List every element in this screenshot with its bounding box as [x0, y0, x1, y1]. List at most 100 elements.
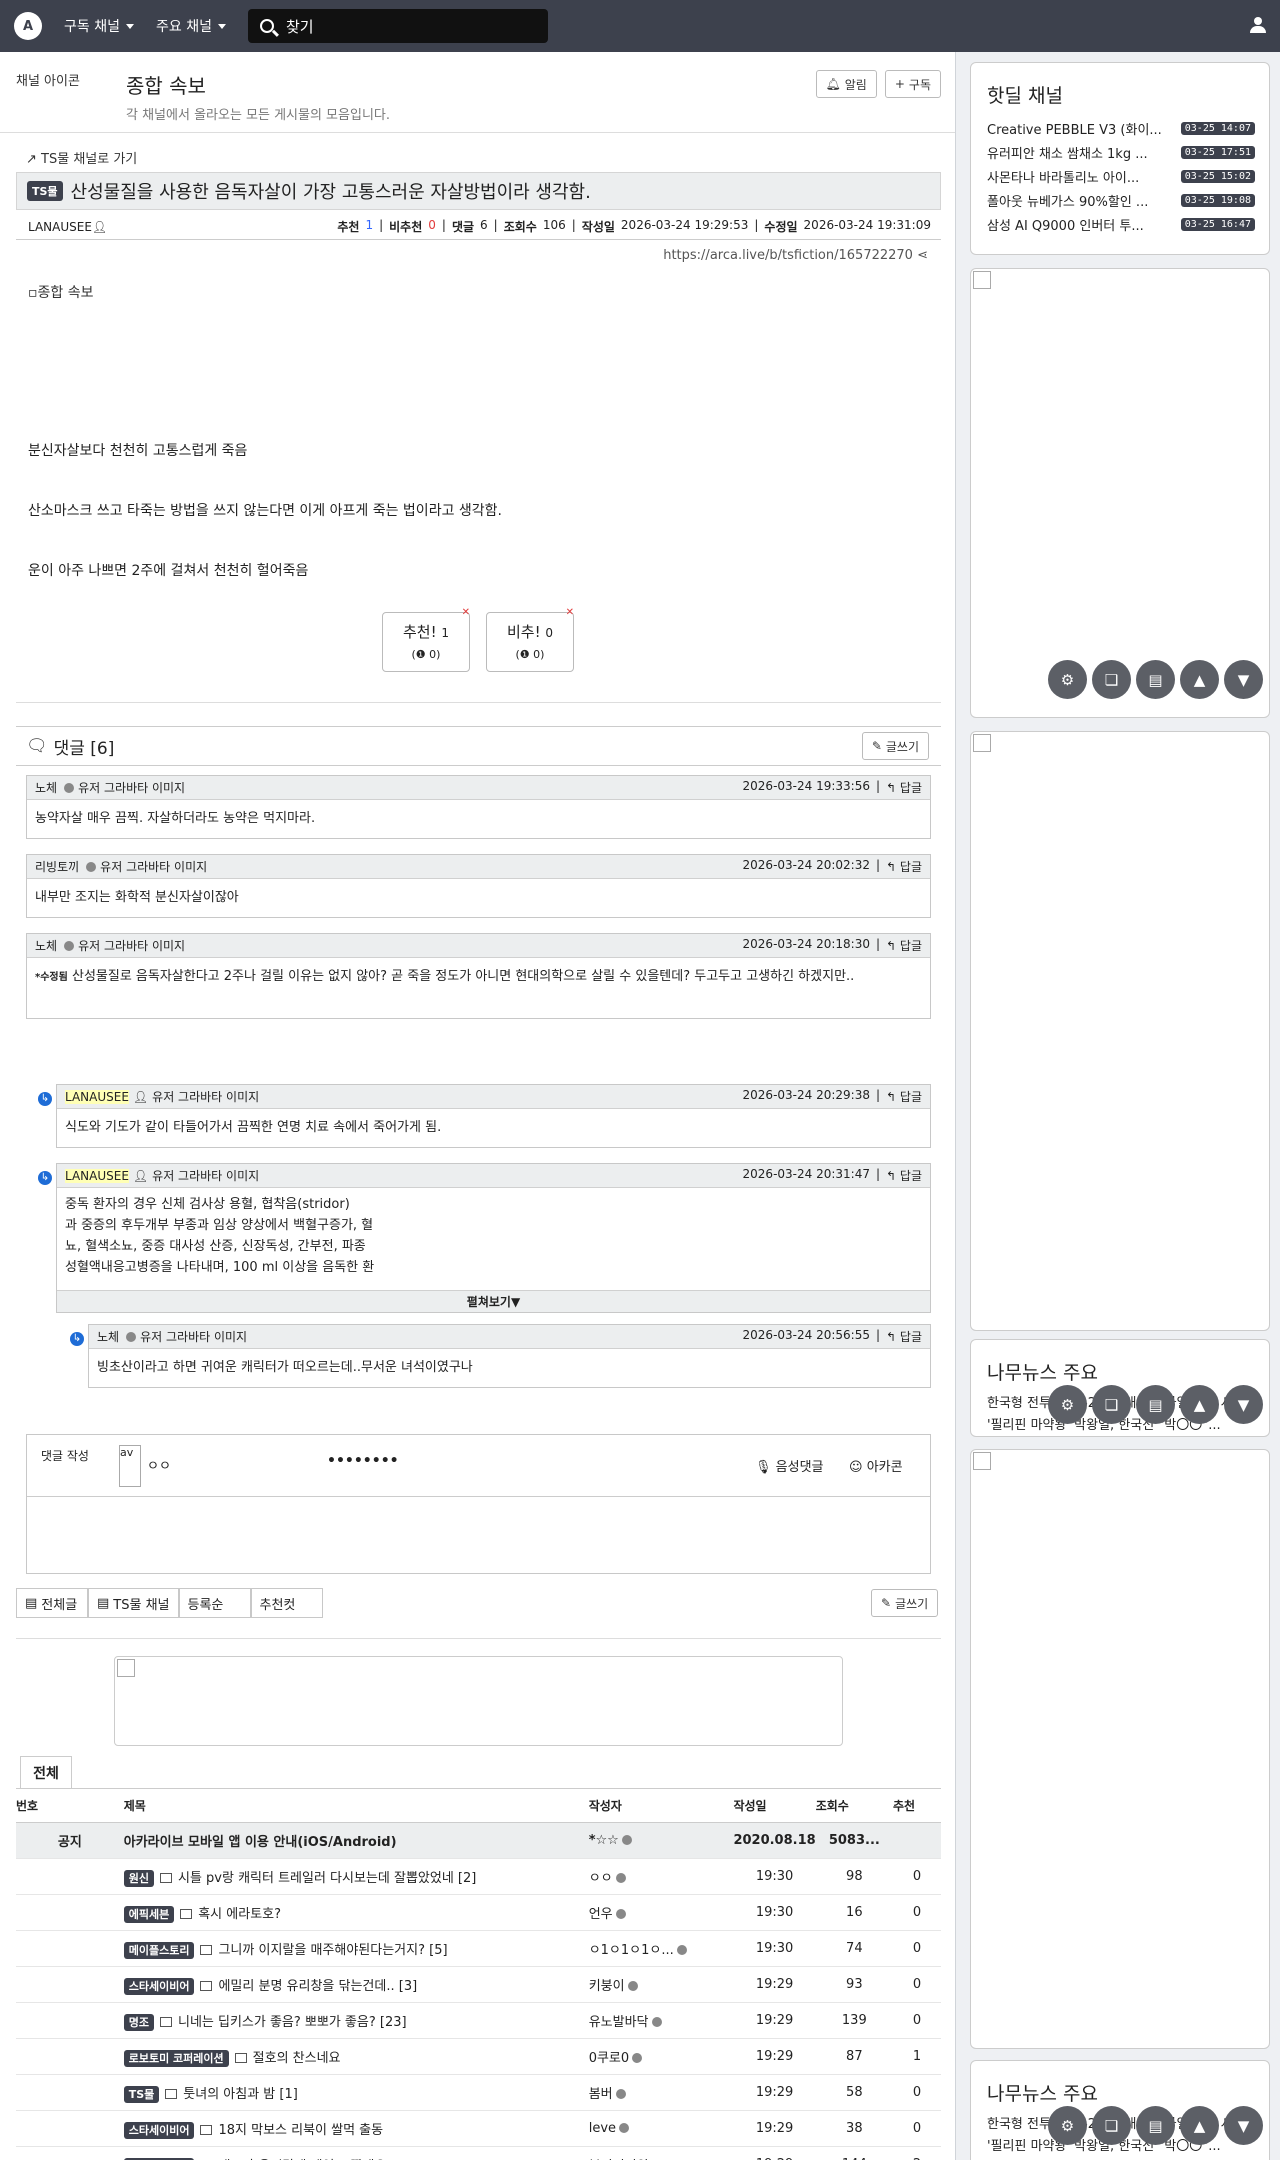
list-row[interactable]: 던전앤파이터대표가 윤씨답게 계엄도 짧네요 [5]봄미귀여워19:291442 — [16, 2146, 941, 2160]
reply-button[interactable]: ↰ 답글 — [886, 1328, 922, 1345]
gear-icon[interactable]: ⚙ — [1048, 2106, 1087, 2145]
row-title[interactable]: 명조 니네는 딥키스가 좋음? 뽀뽀가 좋음? [23] — [123, 2002, 589, 2039]
hot-deal-item[interactable]: 폴아웃 뉴베가스 90%할인 ... 03-25 19:08 — [971, 188, 1269, 212]
row-author[interactable]: 0쿠로0 — [588, 2038, 734, 2075]
write-post-button[interactable]: ✎ 글쓰기 — [871, 1589, 939, 1617]
comment-author[interactable]: 리빙토끼 — [35, 858, 79, 875]
gear-icon[interactable]: ⚙ — [1048, 1385, 1087, 1424]
subscribe-button[interactable]: + 구독 — [884, 70, 941, 98]
reply-button[interactable]: ↰ 답글 — [886, 779, 922, 796]
row-title[interactable]: 원신 시틀 pv랑 캐릭터 트레일러 다시보는데 잘뽑았었네 [2] — [123, 1858, 589, 1895]
write-comment-button[interactable]: ✎ 글쓰기 — [861, 732, 929, 760]
share-icon[interactable]: ⋖ — [917, 248, 928, 263]
list-row[interactable]: TS물 툿녀의 아침과 밤 [1] 봄버 19:29 58 0 — [16, 2074, 941, 2111]
row-author[interactable]: 언우 — [588, 1894, 734, 1931]
category-badge[interactable]: 원신 — [123, 1870, 154, 1887]
alarm-button[interactable]: 🔔︎ 알림 — [815, 70, 877, 98]
row-title[interactable]: 스타세이비어 에밀리 분명 유리창을 닦는건데.. [3] — [123, 1966, 589, 2003]
row-author[interactable]: 봄버 — [588, 2074, 734, 2111]
hot-deal-title[interactable]: 핫딜 채널 — [987, 81, 1269, 108]
row-author[interactable]: ㅇㅇ — [588, 1858, 734, 1895]
reply-button[interactable]: ↰ 답글 — [886, 858, 922, 875]
hot-deal-item[interactable]: Creative PEBBLE V3 (화이... 03-25 14:07 — [971, 116, 1269, 140]
row-title[interactable]: 메이플스토리 그니까 이지랄을 매주해야된다는거지? [5] — [123, 1930, 589, 1967]
downvote-button[interactable]: ✕ 비추! 0 (❶ 0) — [486, 607, 574, 672]
row-author[interactable]: ㅇ1ㅇ1ㅇ1ㅇ... — [588, 1930, 734, 1967]
sidebar-ad[interactable] — [970, 1449, 1270, 2049]
advertisement-banner[interactable] — [114, 1656, 843, 1746]
row-title[interactable]: 던전앤파이터대표가 윤씨답게 계엄도 짧네요 [5] — [123, 2146, 589, 2160]
tab-channel[interactable]: ▤ TS물 채널 — [88, 1588, 179, 1618]
reply-button[interactable]: ↰ 답글 — [886, 1088, 922, 1105]
row-author[interactable]: 봄미귀여워 — [588, 2146, 734, 2160]
hot-deal-item[interactable]: 유러피안 채소 쌈채소 1kg ... 03-25 17:51 — [971, 140, 1269, 164]
scroll-down-icon[interactable]: ▼ — [1224, 2106, 1263, 2145]
post-url[interactable]: https://arca.live/b/tsfiction/165722270 … — [663, 248, 928, 263]
comment-author[interactable]: 노체 — [97, 1328, 119, 1345]
post-author[interactable]: LANAUSEE👤︎ — [28, 220, 107, 234]
main-channels-dropdown[interactable]: 주요 채널 — [156, 16, 226, 36]
goto-channel-link[interactable]: ↗ TS물 채널로 가기 — [26, 148, 137, 167]
row-author[interactable]: *☆☆ — [588, 1822, 734, 1859]
scroll-up-icon[interactable]: ▲ — [1180, 1385, 1219, 1424]
arcacon-button[interactable]: ☺ 아카콘 — [849, 1456, 903, 1475]
category-badge[interactable]: 메이플스토리 — [123, 1942, 195, 1959]
category-badge[interactable]: 스타세이비어 — [123, 1978, 195, 1995]
category-badge[interactable]: TS물 — [123, 2086, 160, 2103]
list-row[interactable]: 스타세이비어 에밀리 분명 유리창을 닦는건데.. [3] 키붕이 19:29 93 0 — [16, 1966, 941, 2003]
notice-row[interactable]: 공지 아카라이브 모바일 앱 이용 안내(iOS/Android) *☆☆ 20… — [16, 1822, 941, 1859]
subscribed-channels-dropdown[interactable]: 구독 채널 — [64, 16, 134, 36]
namu-news-title[interactable]: 나무뉴스 주요 — [987, 2079, 1269, 2106]
document-icon[interactable]: ▤ — [1136, 2106, 1175, 2145]
close-icon[interactable]: ✕ — [566, 607, 574, 618]
voice-comment-button[interactable]: 🎙︎ 음성댓글 — [755, 1456, 824, 1475]
row-title[interactable]: 에픽세븐 혹시 에라토호? — [123, 1894, 589, 1931]
document-icon[interactable]: ▤ — [1136, 660, 1175, 699]
row-title[interactable]: TS물 툿녀의 아침과 밤 [1] — [123, 2074, 589, 2111]
namu-news-title[interactable]: 나무뉴스 주요 — [987, 1358, 1269, 1385]
comment-author[interactable]: LANAUSEE — [65, 1089, 129, 1104]
list-row[interactable]: 메이플스토리 그니까 이지랄을 매주해야된다는거지? [5] ㅇ1ㅇ1ㅇ1ㅇ... 1… — [16, 1930, 941, 1967]
scroll-down-icon[interactable]: ▼ — [1224, 1385, 1263, 1424]
list-row[interactable]: 스타세이비어 18지 막보스 리북이 쌀먹 출동 leve 19:29 38 0 — [16, 2110, 941, 2147]
user-icon[interactable] — [1250, 17, 1266, 35]
tab-order[interactable]: 등록순 — [178, 1588, 251, 1618]
close-icon[interactable]: ✕ — [462, 607, 470, 618]
expand-button[interactable]: 펼쳐보기▼ — [57, 1290, 930, 1312]
tab-best[interactable]: 추천컷 — [250, 1588, 323, 1618]
password-input[interactable]: •••••••• — [327, 1453, 399, 1469]
sidebar-ad[interactable] — [970, 268, 1270, 718]
tab-list-all[interactable]: 전체 — [20, 1756, 72, 1788]
comments-icon[interactable]: ❏ — [1092, 1385, 1131, 1424]
category-badge[interactable]: TS물 — [27, 181, 63, 201]
comments-icon[interactable]: ❏ — [1092, 660, 1131, 699]
comment-author[interactable]: 노체 — [35, 937, 57, 954]
scroll-up-icon[interactable]: ▲ — [1180, 660, 1219, 699]
channel-title[interactable]: 종합 속보 — [126, 70, 206, 99]
row-author[interactable]: 키붕이 — [588, 1966, 734, 2003]
hot-deal-item[interactable]: 삼성 AI Q9000 인버터 투... 03-25 16:47 — [971, 212, 1269, 236]
row-author[interactable]: 유노발바닥 — [588, 2002, 734, 2039]
row-title[interactable]: 로보토미 코퍼레이션 절호의 찬스네요 — [123, 2038, 589, 2075]
list-row[interactable]: 명조 니네는 딥키스가 좋음? 뽀뽀가 좋음? [23] 유노발바닥 19:29 139… — [16, 2002, 941, 2039]
row-title[interactable]: 아카라이브 모바일 앱 이용 안내(iOS/Android) — [123, 1822, 589, 1859]
document-icon[interactable]: ▤ — [1136, 1385, 1175, 1424]
reply-button[interactable]: ↰ 답글 — [886, 937, 922, 954]
list-row[interactable]: 로보토미 코퍼레이션 절호의 찬스네요 0쿠로0 19:29 87 1 — [16, 2038, 941, 2075]
search-input[interactable]: 찾기 — [247, 9, 548, 43]
row-author[interactable]: leve — [588, 2110, 734, 2147]
list-row[interactable]: 에픽세븐 혹시 에라토호? 언우 19:30 16 0 — [16, 1894, 941, 1931]
list-row[interactable]: 원신 시틀 pv랑 캐릭터 트레일러 다시보는데 잘뽑았었네 [2] ㅇㅇ 19:30… — [16, 1858, 941, 1895]
site-logo-icon[interactable]: A — [14, 12, 42, 40]
comment-author[interactable]: 노체 — [35, 779, 57, 796]
comment-author[interactable]: LANAUSEE — [65, 1168, 129, 1183]
hot-deal-item[interactable]: 사몬타나 바라톨리노 아이... 03-25 15:02 — [971, 164, 1269, 188]
comments-icon[interactable]: ❏ — [1092, 2106, 1131, 2145]
upvote-button[interactable]: ✕ 추천! 1 (❶ 0) — [382, 607, 470, 672]
scroll-up-icon[interactable]: ▲ — [1180, 2106, 1219, 2145]
reply-button[interactable]: ↰ 답글 — [886, 1167, 922, 1184]
nickname-input[interactable]: ㅇㅇ — [147, 1455, 171, 1474]
category-badge[interactable]: 에픽세븐 — [123, 1906, 175, 1923]
row-title[interactable]: 스타세이비어 18지 막보스 리북이 쌀먹 출동 — [123, 2110, 589, 2147]
tab-all-posts[interactable]: ▤ 전체글 — [16, 1588, 88, 1618]
